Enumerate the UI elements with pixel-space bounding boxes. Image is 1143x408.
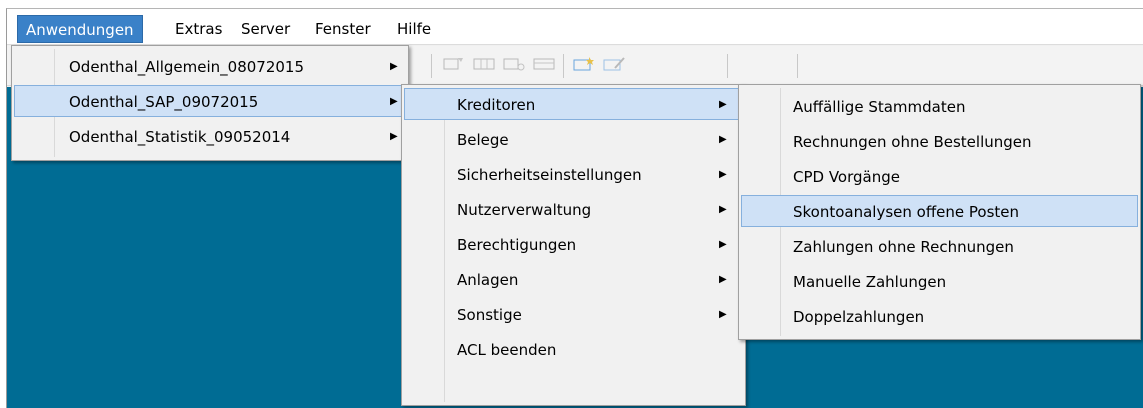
menu-item-label: Zahlungen ohne Rechnungen: [793, 238, 1014, 256]
menu-anwendungen[interactable]: Anwendungen: [17, 15, 143, 43]
menu-item-odenthal-statistik[interactable]: Odenthal_Statistik_09052014 ▶: [14, 120, 406, 152]
toolbar-separator: [797, 54, 798, 78]
submenu-arrow-icon: ▶: [719, 204, 727, 215]
menu-item-label: CPD Vorgänge: [793, 168, 900, 186]
menu-item-rechnungen-ohne-bestellungen[interactable]: Rechnungen ohne Bestellungen: [741, 125, 1138, 157]
menu-item-doppelzahlungen[interactable]: Doppelzahlungen: [741, 300, 1138, 332]
menu-fenster[interactable]: Fenster: [307, 15, 379, 43]
menu-bar: Anwendungen Extras Server Fenster Hilfe: [7, 9, 1143, 45]
menu-hilfe[interactable]: Hilfe: [389, 15, 439, 43]
menu-item-skontoanalysen-offene-posten[interactable]: Skontoanalysen offene Posten: [741, 195, 1138, 227]
menu-item-sicherheitseinstellungen[interactable]: Sicherheitseinstellungen ▶: [404, 158, 743, 190]
submenu-arrow-icon: ▶: [390, 61, 398, 72]
filter-table-icon[interactable]: [443, 56, 465, 72]
menu-item-label: Anlagen: [457, 271, 519, 289]
menu-item-sonstige[interactable]: Sonstige ▶: [404, 298, 743, 330]
toolbar-separator: [431, 54, 432, 78]
sap-submenu: Kreditoren ▶ Belege ▶ Sicherheitseinstel…: [401, 84, 746, 406]
submenu-arrow-icon: ▶: [719, 309, 727, 320]
menu-item-label: Rechnungen ohne Bestellungen: [793, 133, 1032, 151]
menu-item-berechtigungen[interactable]: Berechtigungen ▶: [404, 228, 743, 260]
toolbar-separator: [563, 54, 564, 78]
menu-item-odenthal-sap[interactable]: Odenthal_SAP_09072015 ▶: [14, 85, 406, 117]
menu-item-label: Odenthal_Statistik_09052014: [69, 128, 291, 146]
new-table-icon[interactable]: [573, 56, 595, 72]
submenu-arrow-icon: ▶: [390, 96, 398, 107]
table-icon[interactable]: [533, 56, 555, 72]
submenu-arrow-icon: ▶: [719, 274, 727, 285]
menu-item-label: Belege: [457, 131, 509, 149]
menu-item-label: Odenthal_Allgemein_08072015: [69, 58, 305, 76]
menu-item-manuelle-zahlungen[interactable]: Manuelle Zahlungen: [741, 265, 1138, 297]
menu-item-label: Doppelzahlungen: [793, 308, 925, 326]
submenu-arrow-icon: ▶: [719, 99, 727, 110]
kreditoren-submenu: Auffällige Stammdaten Rechnungen ohne Be…: [738, 84, 1141, 340]
toolbar-separator: [727, 54, 728, 78]
menu-item-nutzerverwaltung[interactable]: Nutzerverwaltung ▶: [404, 193, 743, 225]
menu-item-label: Sicherheitseinstellungen: [457, 166, 642, 184]
submenu-arrow-icon: ▶: [390, 131, 398, 142]
menu-item-auffaellige-stammdaten[interactable]: Auffällige Stammdaten: [741, 90, 1138, 122]
menu-extras[interactable]: Extras: [167, 15, 230, 43]
menu-item-zahlungen-ohne-rechnungen[interactable]: Zahlungen ohne Rechnungen: [741, 230, 1138, 262]
application-window: Anwendungen Extras Server Fenster Hilfe …: [6, 8, 1143, 408]
columns-icon[interactable]: [473, 56, 495, 72]
menu-item-label: ACL beenden: [457, 341, 557, 359]
menu-item-odenthal-allgemein[interactable]: Odenthal_Allgemein_08072015 ▶: [14, 50, 406, 82]
menu-item-cpd-vorgaenge[interactable]: CPD Vorgänge: [741, 160, 1138, 192]
menu-item-label: Nutzerverwaltung: [457, 201, 592, 219]
submenu-arrow-icon: ▶: [719, 169, 727, 180]
edit-table-icon[interactable]: [603, 56, 625, 72]
submenu-arrow-icon: ▶: [719, 134, 727, 145]
menu-item-label: Auffällige Stammdaten: [793, 98, 966, 116]
menu-item-label: Kreditoren: [457, 96, 536, 114]
menu-item-acl-beenden[interactable]: ACL beenden: [404, 333, 743, 365]
menu-item-label: Berechtigungen: [457, 236, 577, 254]
menu-item-kreditoren[interactable]: Kreditoren ▶: [404, 88, 743, 120]
anwendungen-dropdown: Odenthal_Allgemein_08072015 ▶ Odenthal_S…: [11, 45, 409, 161]
menu-item-label: Odenthal_SAP_09072015: [69, 93, 259, 111]
submenu-arrow-icon: ▶: [719, 239, 727, 250]
menu-item-belege[interactable]: Belege ▶: [404, 123, 743, 155]
menu-item-anlagen[interactable]: Anlagen ▶: [404, 263, 743, 295]
menu-item-label: Skontoanalysen offene Posten: [793, 203, 1020, 221]
menu-server[interactable]: Server: [233, 15, 298, 43]
menu-item-label: Sonstige: [457, 306, 522, 324]
table-link-icon[interactable]: [503, 56, 525, 72]
menu-item-label: Manuelle Zahlungen: [793, 273, 947, 291]
